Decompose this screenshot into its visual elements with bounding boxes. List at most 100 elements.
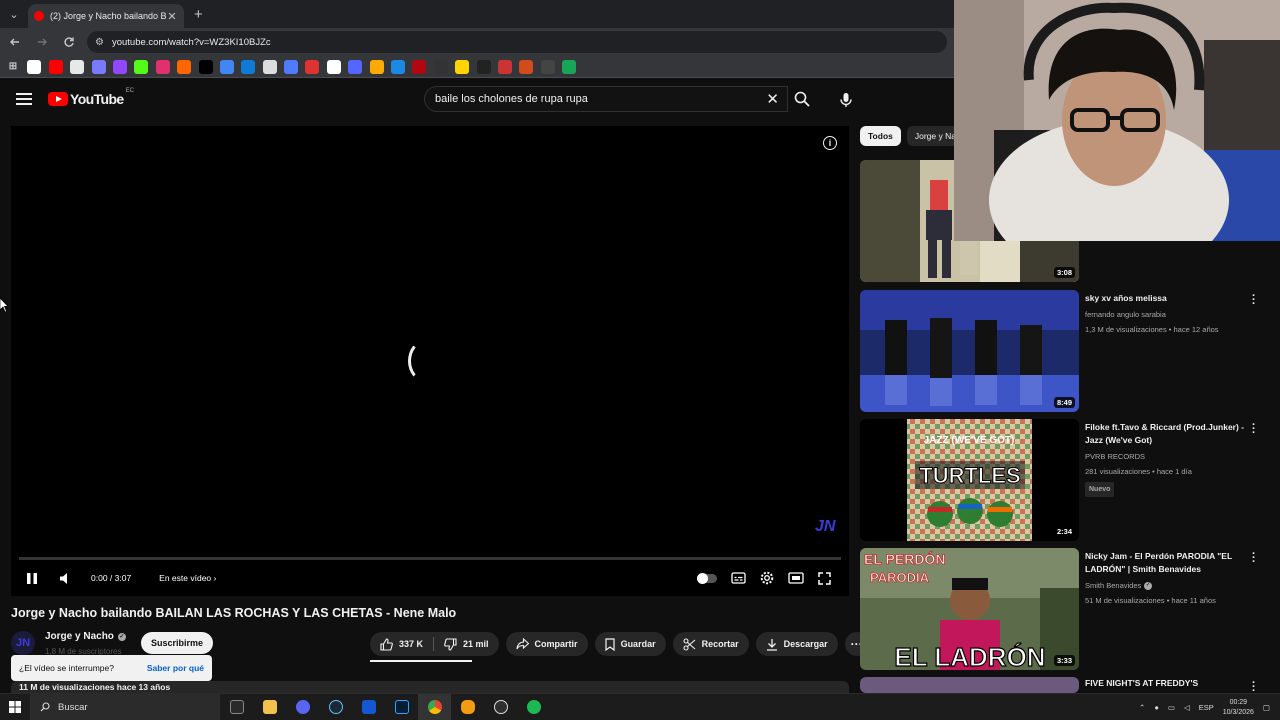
download-button[interactable]: Descargar (755, 632, 838, 656)
recommendation-item[interactable]: EL PERDÓN PARODIA EL LADRÓN 3:33 Nicky J… (860, 548, 1270, 670)
video-duration: 3:33 (1053, 655, 1075, 666)
clear-search-icon[interactable]: ✕ (766, 90, 779, 108)
clock[interactable]: 00:29 10/3/2026 (1223, 698, 1254, 718)
tab-search-icon[interactable]: ⌄ (4, 4, 24, 24)
stack-icon[interactable] (262, 59, 277, 74)
taskbar-vegas[interactable] (352, 694, 385, 720)
channel-watermark[interactable]: JN (815, 518, 837, 542)
info-icon[interactable]: i (823, 136, 837, 150)
taskbar-fl-studio[interactable] (451, 694, 484, 720)
x-icon[interactable] (198, 59, 213, 74)
medium-icon[interactable] (70, 59, 85, 74)
settings-button[interactable] (760, 571, 774, 585)
language-indicator[interactable]: ESP (1199, 703, 1214, 712)
video-thumbnail[interactable] (860, 677, 1079, 693)
taskbar-search[interactable]: Buscar (30, 693, 220, 720)
grid-icon[interactable] (476, 59, 491, 74)
bookmark-icon[interactable] (305, 59, 320, 74)
chevron-up-icon[interactable]: ⌃ (1139, 703, 1145, 712)
new-tab-icon[interactable]: + (194, 6, 203, 23)
search-button[interactable] (786, 86, 818, 112)
voice-search-button[interactable] (832, 86, 860, 114)
like-button[interactable]: 337 K (370, 632, 433, 656)
coin-icon[interactable] (455, 59, 470, 74)
chip-all[interactable]: Todos (860, 126, 901, 146)
sheets-icon[interactable] (562, 59, 577, 74)
video-player[interactable]: i JN 0:00 / 3:07 En este vídeo › (11, 126, 849, 596)
chart-icon[interactable] (391, 59, 406, 74)
channel-name[interactable]: PVRB RECORDS (1085, 450, 1245, 463)
recommendation-item[interactable]: JAZZ (WE'VE GOT) TURTLES 2:34 Filoke ft.… (860, 419, 1270, 541)
video-thumbnail[interactable]: JAZZ (WE'VE GOT) TURTLES 2:34 (860, 419, 1079, 541)
notifications-icon[interactable]: ▢ (1263, 703, 1270, 712)
docs-icon[interactable] (284, 59, 299, 74)
forward-icon[interactable] (30, 30, 54, 54)
instagram-icon[interactable] (155, 59, 170, 74)
cloud-icon[interactable] (241, 59, 256, 74)
recommendation-item[interactable]: 8:49 sky xv años melissa fernando angulo… (860, 290, 1270, 412)
video-thumbnail[interactable]: EL PERDÓN PARODIA EL LADRÓN 3:33 (860, 548, 1079, 670)
close-tab-icon[interactable]: ✕ (166, 10, 178, 23)
menu-icon[interactable] (16, 93, 32, 105)
twitch-icon[interactable] (112, 59, 127, 74)
more-options-icon[interactable]: · · · (1252, 678, 1256, 694)
channel-name[interactable]: Smith Benavides ✓ (1085, 579, 1245, 592)
recommendation-item[interactable]: FIVE NIGHT'S AT FREDDY'S · · · (860, 677, 1270, 693)
progress-bar[interactable] (19, 557, 841, 560)
network-icon[interactable]: ▭ (1168, 703, 1175, 712)
taskbar-photoshop[interactable] (385, 694, 418, 720)
clip-button[interactable]: Recortar (672, 632, 749, 656)
address-bar[interactable]: ⚙ youtube.com/watch?v=WZ3KI10BJZc (87, 31, 947, 53)
chapters-button[interactable]: En este vídeo › (159, 573, 216, 583)
translate-icon[interactable] (219, 59, 234, 74)
more-options-icon[interactable]: · · · (1252, 549, 1256, 568)
microphone-icon[interactable]: ● (1154, 703, 1159, 712)
canva-icon[interactable] (369, 59, 384, 74)
subscribe-button[interactable]: Suscribirme (141, 632, 213, 654)
youtube-logo[interactable]: YouTube EC (48, 88, 134, 107)
blocks-icon[interactable] (348, 59, 363, 74)
taskbar-file-explorer[interactable] (253, 694, 286, 720)
browser-tab-active[interactable]: (2) Jorge y Nacho bailando BAIL ✕ (28, 4, 184, 28)
taskbar-discord[interactable] (286, 694, 319, 720)
subtitles-button[interactable] (731, 572, 746, 584)
search-input[interactable]: baile los cholones de rupa rupa ✕ (424, 86, 788, 112)
site-info-icon[interactable]: ⚙ (95, 37, 104, 48)
radio-icon[interactable] (540, 59, 555, 74)
youtube-icon[interactable] (48, 59, 63, 74)
volume-button[interactable] (59, 571, 73, 585)
start-button[interactable] (0, 694, 30, 720)
fullscreen-button[interactable] (818, 571, 831, 585)
volume-icon[interactable]: ◁ (1184, 703, 1190, 712)
save-button[interactable]: Guardar (594, 632, 666, 656)
taskbar-chrome[interactable] (418, 693, 451, 720)
mango-icon[interactable] (519, 59, 534, 74)
notion-icon[interactable] (326, 59, 341, 74)
channel-name-link[interactable]: Jorge y Nacho ✓ (45, 631, 126, 642)
mail-icon[interactable] (177, 59, 192, 74)
pause-button[interactable] (25, 571, 39, 585)
dislike-button[interactable]: 21 mil (434, 632, 499, 656)
netflix-icon[interactable] (412, 59, 427, 74)
kick-icon[interactable] (134, 59, 149, 74)
channel-name[interactable]: fernando angulo sarabia (1085, 308, 1245, 321)
share-button[interactable]: Compartir (505, 632, 588, 656)
quill-icon[interactable] (91, 59, 106, 74)
autoplay-toggle[interactable] (697, 572, 717, 584)
back-icon[interactable] (3, 30, 27, 54)
google-icon[interactable] (27, 59, 42, 74)
taskbar-epic-games[interactable] (220, 694, 253, 720)
more-options-icon[interactable]: · · · (1252, 291, 1256, 310)
reload-icon[interactable] (57, 30, 81, 54)
af-icon[interactable] (433, 59, 448, 74)
taskbar-obs[interactable] (484, 694, 517, 720)
apps-grid-icon[interactable]: ⊞ (6, 60, 20, 74)
learn-why-link[interactable]: Saber por qué (147, 663, 204, 673)
more-options-icon[interactable]: · · · (1252, 420, 1256, 439)
circle-icon[interactable] (497, 59, 512, 74)
channel-avatar[interactable]: JN (11, 631, 35, 655)
video-thumbnail[interactable]: 8:49 (860, 290, 1079, 412)
taskbar-steam[interactable] (319, 694, 352, 720)
taskbar-spotify[interactable] (517, 694, 550, 720)
theater-mode-button[interactable] (788, 572, 804, 584)
